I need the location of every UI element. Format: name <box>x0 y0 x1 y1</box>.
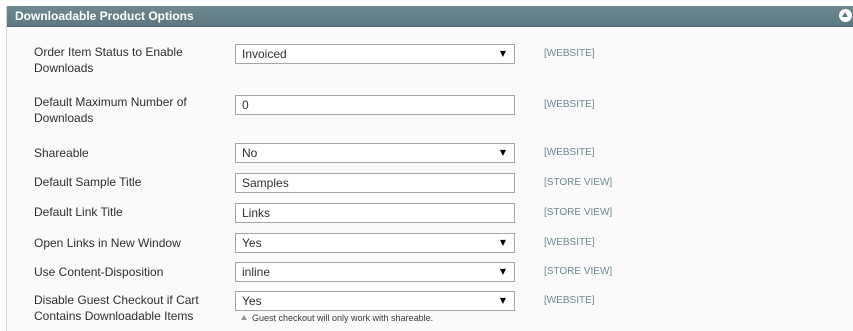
collapse-icon[interactable] <box>839 9 852 22</box>
downloadable-options-section: Downloadable Product Options Order Item … <box>6 6 853 331</box>
content-disposition-scope: [STORE VIEW] <box>544 266 613 277</box>
shareable-scope: [WEBSITE] <box>544 147 595 158</box>
max-downloads-input[interactable]: 0 <box>235 95 515 115</box>
shareable-label: Shareable <box>34 146 89 160</box>
order-item-status-select[interactable]: Invoiced <box>235 44 515 64</box>
section-body: Order Item Status to Enable Downloads In… <box>7 28 853 331</box>
max-downloads-scope: [WEBSITE] <box>544 99 595 110</box>
section-title: Downloadable Product Options <box>15 9 194 23</box>
guest-checkout-note-text: Guest checkout will only work with share… <box>252 313 434 323</box>
content-disposition-label: Use Content-Disposition <box>34 265 164 279</box>
note-triangle-icon <box>241 315 247 320</box>
section-header[interactable]: Downloadable Product Options <box>7 6 853 27</box>
sample-title-scope: [STORE VIEW] <box>544 177 613 188</box>
link-title-label: Default Link Title <box>34 205 123 219</box>
content-disposition-select[interactable]: inline <box>235 262 515 282</box>
link-title-input[interactable]: Links <box>235 203 515 223</box>
link-title-scope: [STORE VIEW] <box>544 207 613 218</box>
sample-title-label: Default Sample Title <box>34 175 142 189</box>
order-item-status-label: Order Item Status to Enable Downloads <box>34 45 183 75</box>
shareable-select[interactable]: No <box>235 143 515 163</box>
max-downloads-label: Default Maximum Number of Downloads <box>34 95 187 125</box>
open-links-scope: [WEBSITE] <box>544 237 595 248</box>
guest-checkout-note: Guest checkout will only work with share… <box>241 312 433 324</box>
disable-guest-checkout-label: Disable Guest Checkout if Cart Contains … <box>34 293 199 323</box>
open-links-select[interactable]: Yes <box>235 233 515 253</box>
sample-title-input[interactable]: Samples <box>235 173 515 193</box>
open-links-label: Open Links in New Window <box>34 236 181 250</box>
disable-guest-checkout-scope: [WEBSITE] <box>544 295 595 306</box>
order-item-status-scope: [WEBSITE] <box>544 48 595 59</box>
disable-guest-checkout-select[interactable]: Yes <box>235 291 515 311</box>
